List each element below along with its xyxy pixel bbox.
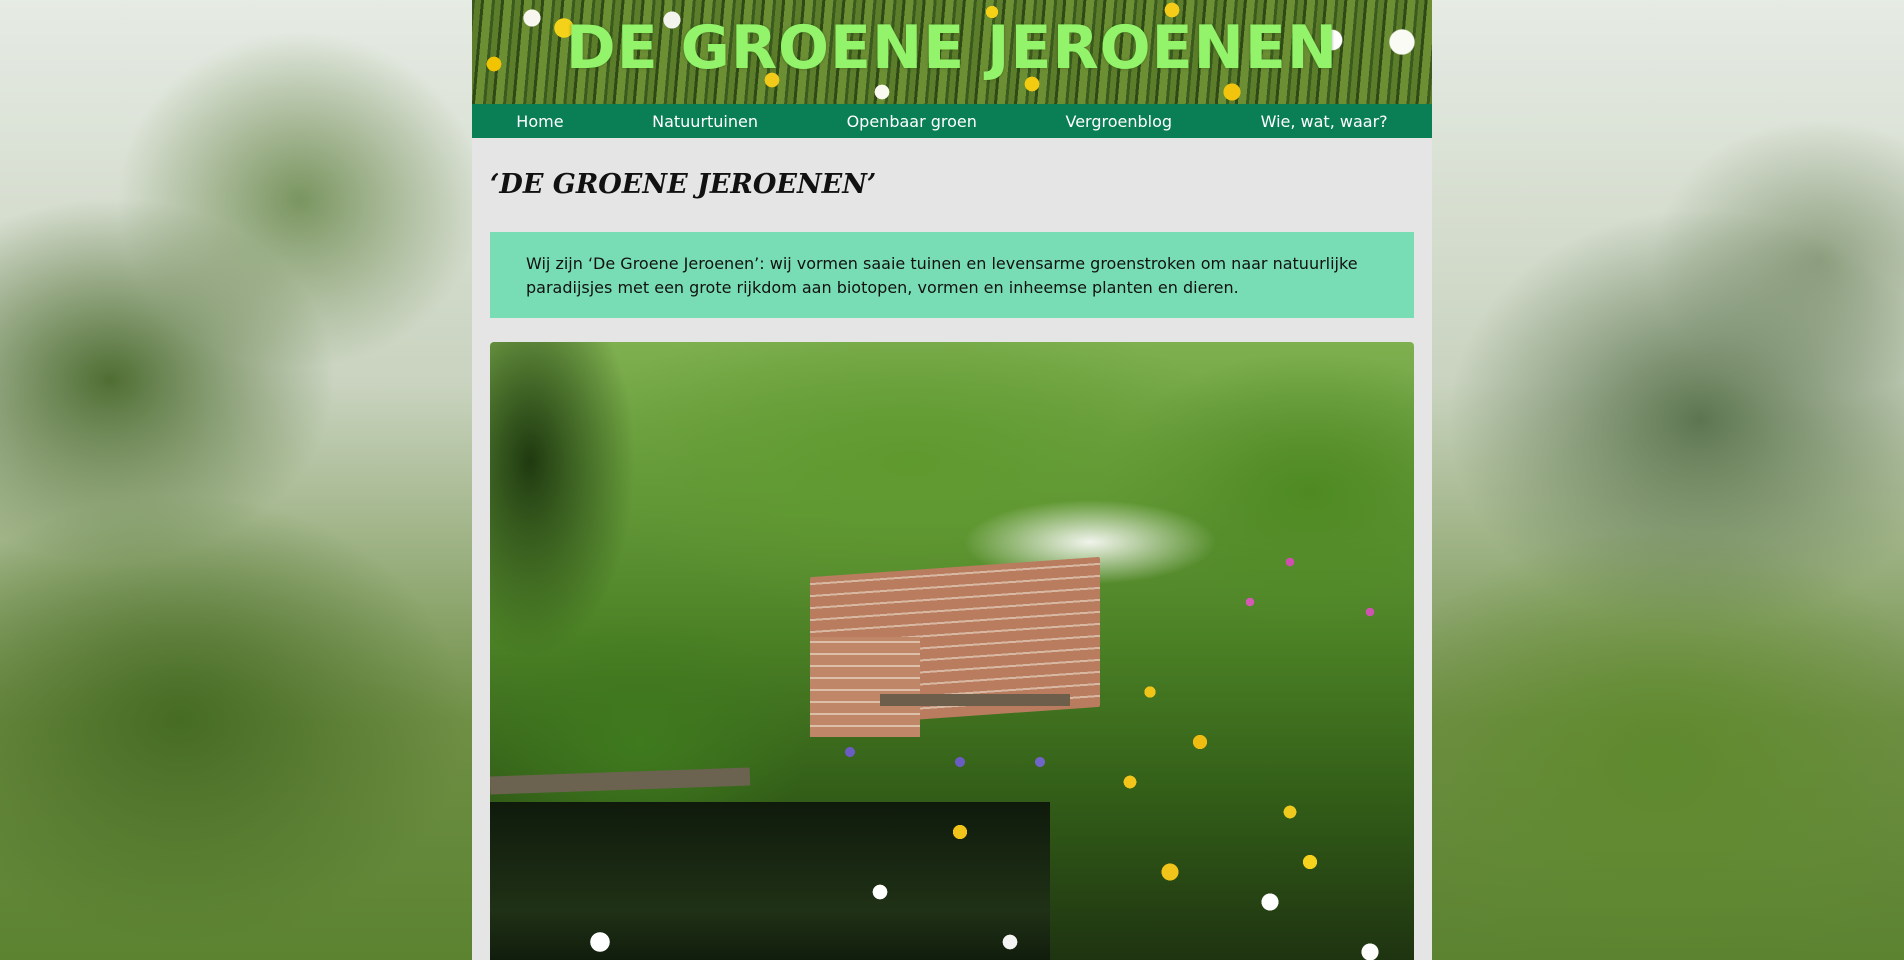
nav-item-vergroenblog[interactable]: Vergroenblog xyxy=(1065,112,1172,131)
main-content: ‘DE GROENE JEROENEN’ Wij zijn ‘De Groene… xyxy=(472,138,1432,960)
nav-item-natuurtuinen[interactable]: Natuurtuinen xyxy=(652,112,758,131)
nav-item-wie-wat-waar[interactable]: Wie, wat, waar? xyxy=(1261,112,1388,131)
nav-item-openbaar-groen[interactable]: Openbaar groen xyxy=(847,112,977,131)
flowers xyxy=(490,342,1414,960)
intro-box: Wij zijn ‘De Groene Jeroenen’: wij vorme… xyxy=(490,232,1414,318)
page-title: ‘DE GROENE JEROENEN’ xyxy=(490,169,877,200)
page-container: DE GROENE JEROENEN Home Natuurtuinen Ope… xyxy=(472,0,1432,960)
nav-item-home[interactable]: Home xyxy=(516,112,563,131)
garden-photo xyxy=(490,342,1414,960)
header-banner: DE GROENE JEROENEN xyxy=(472,0,1432,104)
main-nav: Home Natuurtuinen Openbaar groen Vergroe… xyxy=(472,104,1432,138)
site-title[interactable]: DE GROENE JEROENEN xyxy=(472,12,1432,84)
